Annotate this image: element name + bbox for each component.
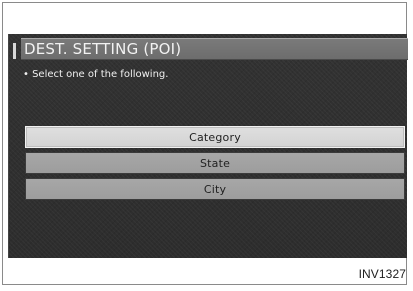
instruction-text: • Select one of the following. xyxy=(23,69,169,80)
title-bar: DEST. SETTING (POI) xyxy=(13,38,408,60)
options-list: Category State City xyxy=(25,126,405,204)
category-option-label: Category xyxy=(189,130,241,144)
state-option-button[interactable]: State xyxy=(25,152,405,174)
screen-title: DEST. SETTING (POI) xyxy=(24,40,182,58)
category-option-button[interactable]: Category xyxy=(25,126,405,148)
city-option-label: City xyxy=(203,182,227,196)
navigation-screen: DEST. SETTING (POI) • Select one of the … xyxy=(8,34,408,258)
state-option-label: State xyxy=(199,156,231,170)
city-option-button[interactable]: City xyxy=(25,178,405,200)
figure-code: INV1327 xyxy=(358,267,406,281)
